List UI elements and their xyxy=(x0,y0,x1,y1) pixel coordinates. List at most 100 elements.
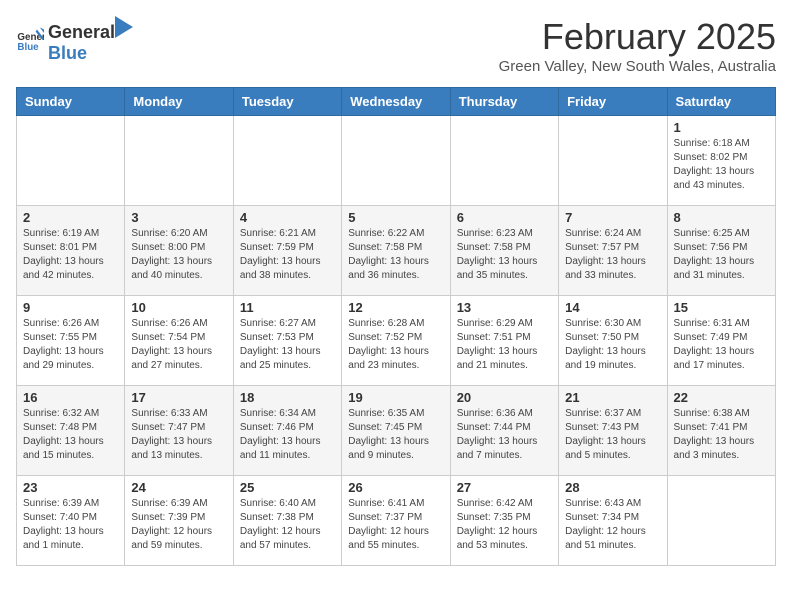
day-info: Sunrise: 6:18 AM Sunset: 8:02 PM Dayligh… xyxy=(674,137,769,193)
day-info: Sunrise: 6:21 AM Sunset: 7:59 PM Dayligh… xyxy=(240,227,335,283)
day-number: 22 xyxy=(674,390,769,405)
calendar-day-header: Saturday xyxy=(667,88,775,116)
calendar-day-header: Wednesday xyxy=(342,88,450,116)
day-info: Sunrise: 6:23 AM Sunset: 7:58 PM Dayligh… xyxy=(457,227,552,283)
calendar-header-row: SundayMondayTuesdayWednesdayThursdayFrid… xyxy=(17,88,776,116)
location-title: Green Valley, New South Wales, Australia xyxy=(499,58,776,75)
day-number: 24 xyxy=(131,480,226,495)
day-info: Sunrise: 6:26 AM Sunset: 7:55 PM Dayligh… xyxy=(23,317,118,373)
day-number: 26 xyxy=(348,480,443,495)
day-info: Sunrise: 6:25 AM Sunset: 7:56 PM Dayligh… xyxy=(674,227,769,283)
day-info: Sunrise: 6:42 AM Sunset: 7:35 PM Dayligh… xyxy=(457,497,552,553)
calendar-day-cell: 28Sunrise: 6:43 AM Sunset: 7:34 PM Dayli… xyxy=(559,476,667,566)
calendar-day-cell xyxy=(233,116,341,206)
calendar-day-cell xyxy=(559,116,667,206)
svg-text:Blue: Blue xyxy=(17,42,39,53)
month-title: February 2025 xyxy=(499,16,776,58)
calendar-day-header: Friday xyxy=(559,88,667,116)
calendar-day-cell: 5 Sunrise: 6:22 AM Sunset: 7:58 PM Daylig… xyxy=(342,206,450,296)
day-number: 18 xyxy=(240,390,335,405)
day-number: 20 xyxy=(457,390,552,405)
day-info: Sunrise: 6:31 AM Sunset: 7:49 PM Dayligh… xyxy=(674,317,769,373)
day-info: Sunrise: 6:40 AM Sunset: 7:38 PM Dayligh… xyxy=(240,497,335,553)
day-info: Sunrise: 6:36 AM Sunset: 7:44 PM Dayligh… xyxy=(457,407,552,463)
calendar-day-cell: 19 Sunrise: 6:35 AM Sunset: 7:45 PM Dayli… xyxy=(342,386,450,476)
page-header: General Blue General Blue February 2025 … xyxy=(16,16,776,75)
calendar-day-cell: 13 Sunrise: 6:29 AM Sunset: 7:51 PM Dayli… xyxy=(450,296,558,386)
day-number: 19 xyxy=(348,390,443,405)
day-info: Sunrise: 6:29 AM Sunset: 7:51 PM Dayligh… xyxy=(457,317,552,373)
day-info: Sunrise: 6:20 AM Sunset: 8:00 PM Dayligh… xyxy=(131,227,226,283)
calendar-table: SundayMondayTuesdayWednesdayThursdayFrid… xyxy=(16,87,776,566)
day-info: Sunrise: 6:35 AM Sunset: 7:45 PM Dayligh… xyxy=(348,407,443,463)
logo-triangle-icon xyxy=(115,16,133,38)
day-number: 7 xyxy=(565,210,660,225)
day-info: Sunrise: 6:24 AM Sunset: 7:57 PM Dayligh… xyxy=(565,227,660,283)
day-info: Sunrise: 6:39 AM Sunset: 7:39 PM Dayligh… xyxy=(131,497,226,553)
calendar-day-cell: 20 Sunrise: 6:36 AM Sunset: 7:44 PM Dayli… xyxy=(450,386,558,476)
day-number: 12 xyxy=(348,300,443,315)
calendar-day-header: Sunday xyxy=(17,88,125,116)
day-info: Sunrise: 6:37 AM Sunset: 7:43 PM Dayligh… xyxy=(565,407,660,463)
calendar-day-cell: 18 Sunrise: 6:34 AM Sunset: 7:46 PM Dayli… xyxy=(233,386,341,476)
calendar-day-cell xyxy=(125,116,233,206)
day-info: Sunrise: 6:28 AM Sunset: 7:52 PM Dayligh… xyxy=(348,317,443,373)
day-info: Sunrise: 6:30 AM Sunset: 7:50 PM Dayligh… xyxy=(565,317,660,373)
calendar-week-row: 16 Sunrise: 6:32 AM Sunset: 7:48 PM Dayli… xyxy=(17,386,776,476)
day-info: Sunrise: 6:19 AM Sunset: 8:01 PM Dayligh… xyxy=(23,227,118,283)
calendar-day-cell xyxy=(342,116,450,206)
calendar-day-cell: 3 Sunrise: 6:20 AM Sunset: 8:00 PM Daylig… xyxy=(125,206,233,296)
calendar-day-cell: 8Sunrise: 6:25 AM Sunset: 7:56 PM Daylig… xyxy=(667,206,775,296)
logo-general-text: General xyxy=(48,22,115,43)
day-number: 5 xyxy=(348,210,443,225)
day-number: 9 xyxy=(23,300,118,315)
calendar-day-cell: 12 Sunrise: 6:28 AM Sunset: 7:52 PM Dayli… xyxy=(342,296,450,386)
calendar-day-header: Monday xyxy=(125,88,233,116)
day-number: 14 xyxy=(565,300,660,315)
calendar-day-cell: 1 Sunrise: 6:18 AM Sunset: 8:02 PM Daylig… xyxy=(667,116,775,206)
calendar-day-cell: 15Sunrise: 6:31 AM Sunset: 7:49 PM Dayli… xyxy=(667,296,775,386)
calendar-day-cell: 10Sunrise: 6:26 AM Sunset: 7:54 PM Dayli… xyxy=(125,296,233,386)
calendar-day-header: Tuesday xyxy=(233,88,341,116)
calendar-day-cell: 9 Sunrise: 6:26 AM Sunset: 7:55 PM Daylig… xyxy=(17,296,125,386)
day-info: Sunrise: 6:33 AM Sunset: 7:47 PM Dayligh… xyxy=(131,407,226,463)
calendar-day-cell: 14 Sunrise: 6:30 AM Sunset: 7:50 PM Dayli… xyxy=(559,296,667,386)
day-number: 10 xyxy=(131,300,226,315)
day-number: 25 xyxy=(240,480,335,495)
day-number: 23 xyxy=(23,480,118,495)
calendar-day-cell xyxy=(17,116,125,206)
day-number: 17 xyxy=(131,390,226,405)
calendar-day-cell: 27 Sunrise: 6:42 AM Sunset: 7:35 PM Dayli… xyxy=(450,476,558,566)
calendar-day-cell xyxy=(450,116,558,206)
calendar-day-cell: 24 Sunrise: 6:39 AM Sunset: 7:39 PM Dayli… xyxy=(125,476,233,566)
calendar-day-cell: 26Sunrise: 6:41 AM Sunset: 7:37 PM Dayli… xyxy=(342,476,450,566)
day-info: Sunrise: 6:32 AM Sunset: 7:48 PM Dayligh… xyxy=(23,407,118,463)
title-block: February 2025 Green Valley, New South Wa… xyxy=(499,16,776,75)
calendar-day-cell: 4 Sunrise: 6:21 AM Sunset: 7:59 PM Daylig… xyxy=(233,206,341,296)
calendar-week-row: 2Sunrise: 6:19 AM Sunset: 8:01 PM Daylig… xyxy=(17,206,776,296)
day-number: 6 xyxy=(457,210,552,225)
calendar-day-cell xyxy=(667,476,775,566)
day-info: Sunrise: 6:22 AM Sunset: 7:58 PM Dayligh… xyxy=(348,227,443,283)
day-number: 3 xyxy=(131,210,226,225)
day-info: Sunrise: 6:34 AM Sunset: 7:46 PM Dayligh… xyxy=(240,407,335,463)
calendar-day-cell: 21 Sunrise: 6:37 AM Sunset: 7:43 PM Dayli… xyxy=(559,386,667,476)
calendar-day-cell: 11Sunrise: 6:27 AM Sunset: 7:53 PM Dayli… xyxy=(233,296,341,386)
calendar-week-row: 1 Sunrise: 6:18 AM Sunset: 8:02 PM Daylig… xyxy=(17,116,776,206)
logo-icon: General Blue xyxy=(16,26,44,54)
day-number: 4 xyxy=(240,210,335,225)
day-number: 28 xyxy=(565,480,660,495)
day-number: 1 xyxy=(674,120,769,135)
logo-blue-text: Blue xyxy=(48,43,87,63)
day-number: 21 xyxy=(565,390,660,405)
day-number: 11 xyxy=(240,300,335,315)
calendar-day-header: Thursday xyxy=(450,88,558,116)
day-number: 27 xyxy=(457,480,552,495)
calendar-week-row: 9 Sunrise: 6:26 AM Sunset: 7:55 PM Daylig… xyxy=(17,296,776,386)
calendar-day-cell: 2Sunrise: 6:19 AM Sunset: 8:01 PM Daylig… xyxy=(17,206,125,296)
day-number: 16 xyxy=(23,390,118,405)
calendar-day-cell: 25 Sunrise: 6:40 AM Sunset: 7:38 PM Dayli… xyxy=(233,476,341,566)
day-info: Sunrise: 6:38 AM Sunset: 7:41 PM Dayligh… xyxy=(674,407,769,463)
day-info: Sunrise: 6:39 AM Sunset: 7:40 PM Dayligh… xyxy=(23,497,118,553)
day-number: 13 xyxy=(457,300,552,315)
